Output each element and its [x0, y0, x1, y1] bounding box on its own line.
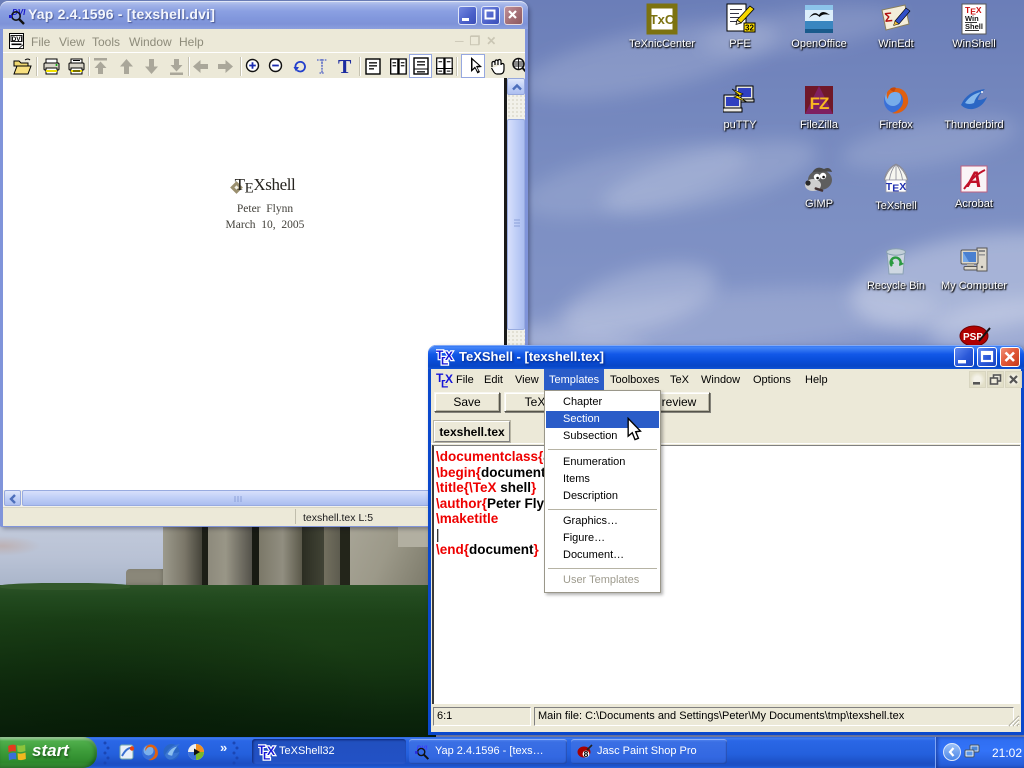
svg-text:PSP: PSP — [963, 332, 983, 343]
svg-text:FZ: FZ — [810, 94, 829, 113]
svg-text:X: X — [267, 744, 275, 758]
svg-text:8: 8 — [584, 749, 589, 759]
svg-text:32: 32 — [745, 24, 754, 33]
svg-text:X: X — [445, 372, 453, 386]
svg-text:T: T — [338, 56, 352, 78]
svg-text:X: X — [445, 349, 453, 363]
svg-text:TxC: TxC — [650, 12, 675, 27]
svg-text:»: » — [220, 740, 227, 755]
svg-text:DVI: DVI — [12, 36, 23, 43]
svg-text:TEX: TEX — [886, 181, 906, 195]
svg-text:A: A — [965, 167, 982, 192]
svg-text:Shell: Shell — [965, 22, 983, 31]
